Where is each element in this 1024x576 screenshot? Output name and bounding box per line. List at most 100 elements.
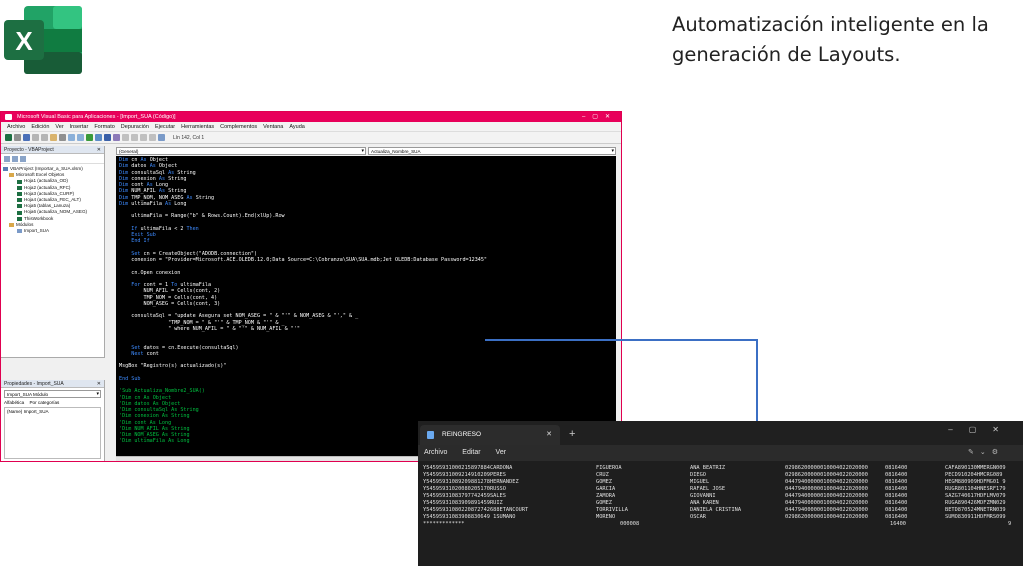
tab-reingreso[interactable]: REINGRESO ✕ — [420, 425, 560, 445]
code-token: String — [177, 169, 196, 176]
break-icon[interactable] — [95, 134, 102, 141]
terminal-content[interactable]: Y54595931000215897884CARDONA FIGUEROA ANA … — [418, 461, 1023, 566]
view-object-icon[interactable] — [12, 156, 18, 162]
code-token: As — [158, 188, 169, 195]
terminal-cell: CRUZ — [596, 472, 609, 478]
project-tree: VBAProject (Importar_a_SUA.xlsm) Microsof… — [1, 164, 104, 236]
code-token: Dim — [119, 182, 132, 188]
terminal-cell: Y54595931000215897884CARDONA — [423, 465, 513, 471]
project-explorer: Proyecto - VBAProject ✕ VBAProject (Impo… — [1, 146, 105, 358]
terminal-cell: GARCIA — [596, 486, 616, 492]
window-controls[interactable]: –▢✕ — [582, 112, 617, 122]
menu-item[interactable]: Insertar — [70, 124, 89, 130]
tree-item[interactable]: Import_SUA — [3, 228, 102, 234]
sheet-icon — [17, 185, 22, 190]
menu-ver[interactable]: Ver — [496, 449, 507, 456]
excel-icon: X — [4, 6, 82, 74]
toolbox-icon[interactable] — [149, 134, 156, 141]
tab-alphabetic[interactable]: Alfabética — [4, 400, 24, 405]
menu-item[interactable]: Ventana — [263, 124, 283, 130]
settings-icon[interactable]: ✎⌄⚙ — [968, 445, 1004, 461]
close-icon[interactable]: ✕ — [97, 146, 101, 154]
properties-tabs: Alfabética Por categorías — [1, 400, 104, 405]
menu-item[interactable]: Ayuda — [289, 124, 305, 130]
terminal-cell: Y54595931020080205170RUSSO — [423, 486, 506, 492]
paste-icon[interactable] — [50, 134, 57, 141]
undo-icon[interactable] — [68, 134, 75, 141]
properties-pane: Propiedades - Import_SUA ✕ Import_SUA Mó… — [1, 380, 105, 461]
save-icon[interactable] — [23, 134, 30, 141]
properties-pane-title: Propiedades - Import_SUA ✕ — [1, 380, 104, 388]
terminal-cell: 000008 — [620, 521, 640, 527]
property-name-row[interactable]: (Name) Import_SUA — [7, 409, 98, 414]
object-combo[interactable]: (General) — [116, 147, 366, 155]
redo-icon[interactable] — [77, 134, 84, 141]
code-token: MsgBox "Registro(s) actualizado(s)" — [119, 363, 227, 370]
vba-app-icon — [5, 114, 12, 120]
insert-icon[interactable] — [14, 134, 21, 141]
close-icon[interactable]: ✕ — [97, 380, 101, 388]
menu-item[interactable]: Complementos — [220, 124, 257, 130]
menu-item[interactable]: Ejecutar — [155, 124, 175, 130]
excel-icon-letter: X — [15, 26, 33, 56]
code-token: Long — [174, 200, 187, 207]
terminal-cell: 02986200000010004022020000 — [785, 472, 868, 478]
new-tab-button[interactable]: + — [569, 424, 575, 444]
menu-item[interactable]: Ver — [55, 124, 63, 130]
project-pane-title-text: Proyecto - VBAProject — [4, 147, 54, 153]
code-token: " where NUM_AFIL = " & "'" & NUM_AFIL & … — [119, 325, 300, 332]
toggle-folders-icon[interactable] — [20, 156, 26, 162]
code-token: 'Dim ultimaFila As Long — [119, 438, 190, 445]
code-token: Exit Sub — [119, 232, 156, 238]
code-token: If — [119, 225, 141, 232]
menu-archivo[interactable]: Archivo — [424, 449, 447, 456]
code-token: As — [165, 200, 175, 207]
project-explorer-icon[interactable] — [122, 134, 129, 141]
terminal-cell: Y54595931083908830649 1SUMANO — [423, 514, 516, 520]
code-editor[interactable]: Dim cn As Object Dim datos As Object Dim c… — [116, 156, 616, 456]
menu-item[interactable]: Herramientas — [181, 124, 214, 130]
close-icon[interactable]: ✕ — [546, 425, 552, 445]
excel-view-icon[interactable] — [5, 134, 12, 141]
code-token: 'Dim NUM_AFIL As String — [119, 425, 190, 432]
code-token: consultaSql = "update Asegura set NOM_AS… — [119, 313, 359, 320]
code-token: Object — [158, 163, 178, 170]
menu-editar[interactable]: Editar — [462, 449, 480, 456]
terminal-cell: ************* — [423, 521, 465, 527]
run-icon[interactable] — [86, 134, 93, 141]
code-token: End Sub — [119, 375, 141, 382]
properties-object-select[interactable]: Import_SUA Módulo — [4, 390, 101, 398]
code-token: As — [186, 194, 196, 201]
tab-categorized[interactable]: Por categorías — [29, 400, 59, 405]
code-token: consultaSql — [131, 169, 169, 176]
reset-icon[interactable] — [104, 134, 111, 141]
terminal-cell: FIGUEROA — [596, 465, 622, 471]
procedure-combo[interactable]: Actualiza_Nombre_SUA — [368, 147, 616, 155]
terminal-cell: 0816400 — [885, 486, 908, 492]
terminal-cell: 0816400 — [885, 507, 908, 513]
find-icon[interactable] — [59, 134, 66, 141]
menu-item[interactable]: Formato — [94, 124, 114, 130]
code-token: Next — [119, 350, 147, 357]
menu-item[interactable]: Edición — [31, 124, 49, 130]
menu-item[interactable]: Depuración — [121, 124, 149, 130]
cut-icon[interactable] — [32, 134, 39, 141]
folder-icon — [9, 222, 14, 227]
copy-icon[interactable] — [41, 134, 48, 141]
sheet-icon — [17, 204, 22, 209]
code-token: As — [140, 157, 150, 163]
code-token: cn = CreateObject("ADODB.connection") — [143, 250, 258, 257]
view-code-icon[interactable] — [4, 156, 10, 162]
terminal-cell: CAFA890130MMERGN009 — [945, 465, 1006, 471]
help-icon[interactable] — [158, 134, 165, 141]
tab-title: REINGRESO — [442, 431, 482, 438]
object-browser-icon[interactable] — [140, 134, 147, 141]
code-token: Dim — [119, 194, 132, 201]
terminal-cell: ANA KAREN — [690, 500, 719, 506]
design-mode-icon[interactable] — [113, 134, 120, 141]
sheet-icon — [17, 210, 22, 215]
code-token: To — [171, 282, 181, 288]
window-controls[interactable]: –▢✕ — [948, 425, 1015, 434]
menu-item[interactable]: Archivo — [7, 124, 25, 130]
properties-icon[interactable] — [131, 134, 138, 141]
